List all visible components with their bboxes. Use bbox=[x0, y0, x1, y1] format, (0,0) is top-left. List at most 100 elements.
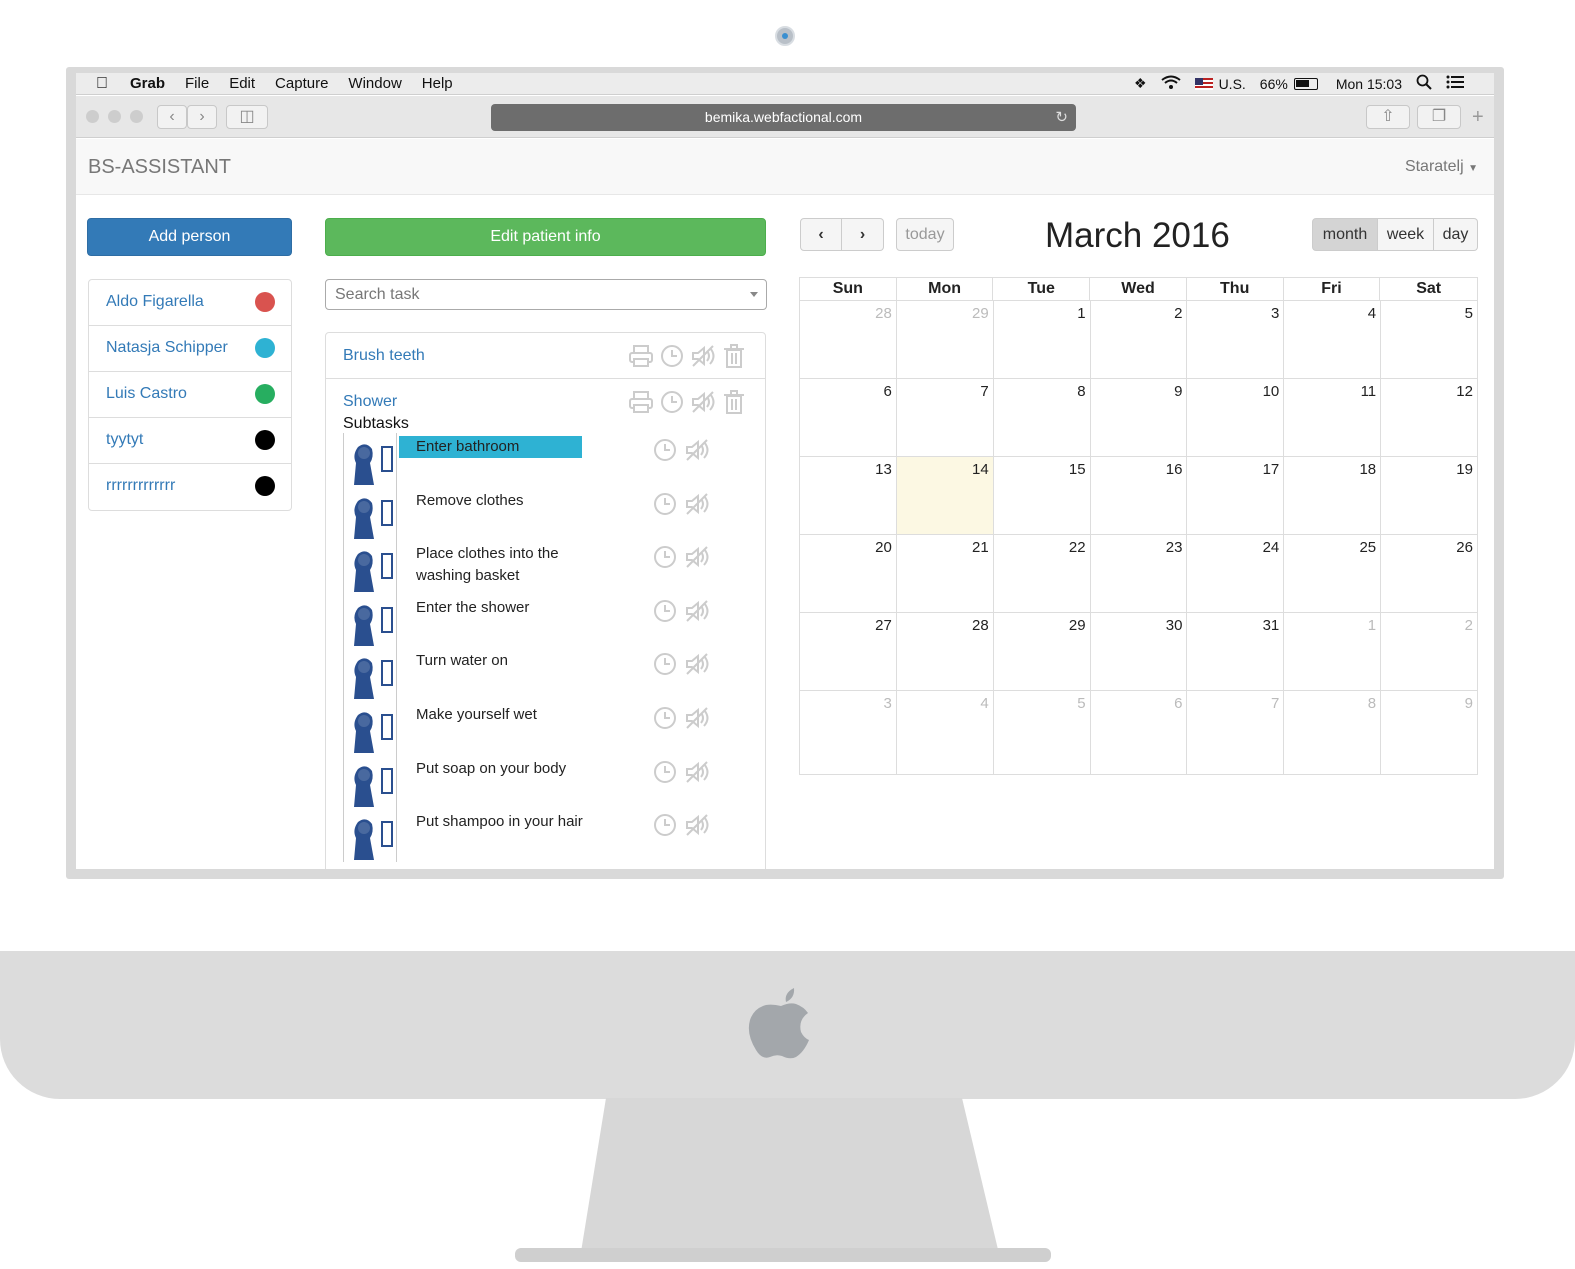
view-week-button[interactable]: week bbox=[1378, 218, 1434, 251]
mute-icon[interactable] bbox=[690, 343, 716, 369]
calendar-day[interactable]: 2 bbox=[1381, 613, 1478, 691]
today-button[interactable]: today bbox=[896, 218, 954, 251]
calendar-day[interactable]: 6 bbox=[800, 379, 897, 457]
person-name[interactable]: Natasja Schipper bbox=[106, 339, 228, 357]
calendar-day[interactable]: 15 bbox=[993, 457, 1091, 535]
subtask-text[interactable]: Place clothes into the washing basket bbox=[416, 543, 586, 587]
subtask-text[interactable]: Enter the shower bbox=[416, 597, 586, 619]
app-brand[interactable]: BS-ASSISTANT bbox=[88, 156, 231, 179]
battery-icon[interactable] bbox=[1293, 77, 1318, 90]
search-task-select[interactable]: Search task bbox=[325, 279, 767, 310]
dropbox-icon[interactable]: ❖ bbox=[1134, 75, 1147, 92]
clock-icon[interactable] bbox=[652, 812, 678, 838]
calendar-day[interactable]: 24 bbox=[1187, 535, 1285, 613]
person-name[interactable]: tyytyt bbox=[106, 431, 143, 449]
clock-icon[interactable] bbox=[652, 437, 678, 463]
mute-icon[interactable] bbox=[690, 389, 716, 415]
clock-icon[interactable] bbox=[652, 491, 678, 517]
person-item[interactable]: Aldo Figarella bbox=[89, 280, 291, 326]
calendar-day[interactable]: 7 bbox=[896, 379, 994, 457]
calendar-day[interactable]: 9 bbox=[1090, 379, 1188, 457]
calendar-day[interactable]: 22 bbox=[993, 535, 1091, 613]
calendar-day[interactable]: 5 bbox=[993, 691, 1091, 775]
subtask-item[interactable]: Enter bathroom bbox=[343, 433, 763, 487]
clock-icon[interactable] bbox=[652, 544, 678, 570]
subtask-item[interactable]: Put shampoo in your hair bbox=[343, 808, 763, 863]
mute-icon[interactable] bbox=[684, 759, 710, 785]
clock-icon[interactable] bbox=[652, 759, 678, 785]
subtask-item[interactable]: Place clothes into the washing basket bbox=[343, 540, 763, 595]
calendar-day[interactable]: 31 bbox=[1187, 613, 1285, 691]
calendar-day[interactable]: 29 bbox=[993, 613, 1091, 691]
new-tab-icon[interactable]: + bbox=[1472, 106, 1484, 129]
calendar-day[interactable]: 20 bbox=[800, 535, 897, 613]
clock-icon[interactable] bbox=[659, 343, 685, 369]
forward-button[interactable]: › bbox=[187, 105, 217, 129]
calendar-day[interactable]: 28 bbox=[800, 301, 897, 379]
mute-icon[interactable] bbox=[684, 812, 710, 838]
mute-icon[interactable] bbox=[684, 437, 710, 463]
subtask-text[interactable]: Turn water on bbox=[416, 650, 586, 672]
subtask-text[interactable]: Put shampoo in your hair bbox=[416, 811, 586, 833]
print-icon[interactable] bbox=[628, 389, 654, 415]
wifi-icon[interactable] bbox=[1160, 75, 1181, 92]
mute-icon[interactable] bbox=[684, 705, 710, 731]
subtask-text[interactable]: Put soap on your body bbox=[416, 758, 586, 780]
notification-center-icon[interactable] bbox=[1446, 75, 1464, 92]
minimize-window-button[interactable] bbox=[108, 110, 121, 123]
task-item[interactable]: Brush teeth bbox=[326, 333, 765, 379]
calendar-day[interactable]: 4 bbox=[1284, 301, 1382, 379]
trash-icon[interactable] bbox=[721, 389, 747, 415]
calendar-day[interactable]: 16 bbox=[1090, 457, 1188, 535]
calendar-day[interactable]: 27 bbox=[800, 613, 897, 691]
mute-icon[interactable] bbox=[684, 598, 710, 624]
task-name[interactable]: Brush teeth bbox=[343, 347, 425, 365]
calendar-day[interactable]: 17 bbox=[1187, 457, 1285, 535]
menu-capture[interactable]: Capture bbox=[275, 75, 328, 92]
menubar-clock[interactable]: Mon 15:03 bbox=[1336, 76, 1402, 92]
person-name[interactable]: Luis Castro bbox=[106, 385, 187, 403]
battery-percent[interactable]: 66% bbox=[1260, 76, 1288, 92]
calendar-day[interactable]: 10 bbox=[1187, 379, 1285, 457]
input-source[interactable]: U.S. bbox=[1219, 76, 1246, 92]
task-name[interactable]: Shower bbox=[343, 393, 397, 411]
tabs-overview-icon[interactable]: ❐ bbox=[1417, 105, 1461, 129]
subtask-text[interactable]: Make yourself wet bbox=[416, 704, 586, 726]
calendar-day[interactable]: 12 bbox=[1381, 379, 1478, 457]
calendar-day[interactable]: 21 bbox=[896, 535, 994, 613]
close-window-button[interactable] bbox=[86, 110, 99, 123]
calendar-day[interactable]: 2 bbox=[1090, 301, 1188, 379]
apple-menu-icon[interactable]:  bbox=[96, 75, 108, 93]
subtask-text[interactable]: Remove clothes bbox=[416, 490, 586, 512]
reload-icon[interactable]: ↻ bbox=[1055, 104, 1068, 131]
calendar-day[interactable]: 8 bbox=[993, 379, 1091, 457]
calendar-day[interactable]: 3 bbox=[800, 691, 897, 775]
calendar-day[interactable]: 6 bbox=[1090, 691, 1188, 775]
user-dropdown[interactable]: Staratelj ▼ bbox=[1405, 158, 1478, 176]
mute-icon[interactable] bbox=[684, 651, 710, 677]
prev-month-button[interactable]: ‹ bbox=[800, 218, 842, 251]
menu-app[interactable]: Grab bbox=[130, 75, 165, 92]
clock-icon[interactable] bbox=[659, 389, 685, 415]
calendar-day[interactable]: 1 bbox=[1284, 613, 1382, 691]
calendar-day[interactable]: 8 bbox=[1284, 691, 1382, 775]
person-item[interactable]: tyytyt bbox=[89, 418, 291, 464]
calendar-day[interactable]: 7 bbox=[1187, 691, 1285, 775]
person-item[interactable]: Luis Castro bbox=[89, 372, 291, 418]
clock-icon[interactable] bbox=[652, 598, 678, 624]
calendar-day-today[interactable]: 14 bbox=[896, 457, 994, 535]
calendar-day[interactable]: 26 bbox=[1381, 535, 1478, 613]
calendar-day[interactable]: 30 bbox=[1090, 613, 1188, 691]
person-item[interactable]: rrrrrrrrrrrrr bbox=[89, 464, 291, 510]
menu-help[interactable]: Help bbox=[422, 75, 453, 92]
calendar-day[interactable]: 25 bbox=[1284, 535, 1382, 613]
calendar-day[interactable]: 18 bbox=[1284, 457, 1382, 535]
view-day-button[interactable]: day bbox=[1434, 218, 1478, 251]
calendar-day[interactable]: 3 bbox=[1187, 301, 1285, 379]
subtask-text[interactable]: Enter bathroom bbox=[399, 436, 582, 458]
mute-icon[interactable] bbox=[684, 491, 710, 517]
share-icon[interactable]: ⇧ bbox=[1366, 105, 1410, 129]
edit-patient-info-button[interactable]: Edit patient info bbox=[325, 218, 766, 256]
trash-icon[interactable] bbox=[721, 343, 747, 369]
zoom-window-button[interactable] bbox=[130, 110, 143, 123]
